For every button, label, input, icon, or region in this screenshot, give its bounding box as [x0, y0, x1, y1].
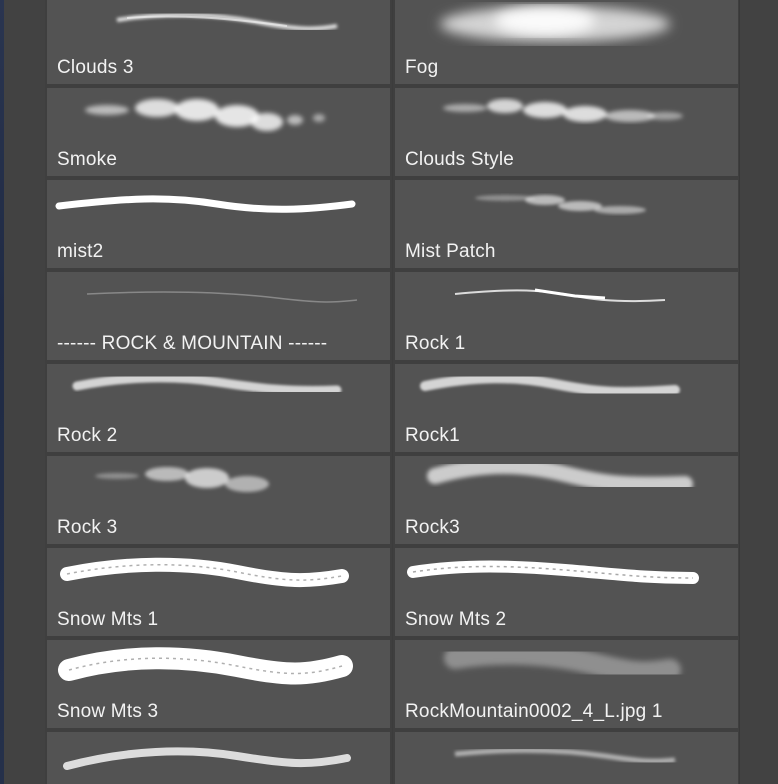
brush-label: Rock 1 [405, 333, 466, 354]
scrollbar-track[interactable] [739, 0, 778, 784]
brush-stroke-icon [63, 747, 351, 770]
brush-label: Smoke [57, 149, 118, 170]
brush-tile-clouds-3[interactable]: Clouds 3 [45, 0, 392, 86]
rock-stroke-icon [95, 467, 269, 492]
brush-tile-rock1[interactable]: Rock1 [393, 362, 740, 454]
brush-tile-snow-mts-2[interactable]: Snow Mts 2 [393, 546, 740, 638]
brush-tile-snow-mts-1[interactable]: Snow Mts 1 [45, 546, 392, 638]
brush-row [45, 730, 740, 784]
brush-label: Mist Patch [405, 241, 496, 262]
clouds-style-stroke-icon [443, 99, 683, 122]
brush-tile-clouds-style[interactable]: Clouds Style [393, 86, 740, 178]
brush-preset-panel: Clouds 3 Fog Smoke Clouds Style mist2 Mi… [0, 0, 778, 784]
snow-mountain-stroke-icon [60, 557, 349, 588]
brush-label: Rock 3 [57, 517, 118, 538]
brush-label: Snow Mts 3 [57, 701, 159, 722]
rock-stroke-icon [420, 373, 680, 397]
brush-label: Rock 2 [57, 425, 118, 446]
rock-stroke-icon [72, 373, 342, 396]
brush-row: Snow Mts 3 RockMountain0002_4_L.jpg 1 [45, 638, 740, 730]
brush-row: Clouds 3 Fog [45, 0, 740, 86]
snow-mountain-stroke-icon [58, 647, 353, 685]
smoke-stroke-icon [85, 99, 325, 131]
fog-stroke-icon [440, 6, 670, 42]
brush-row: Snow Mts 1 Snow Mts 2 [45, 546, 740, 638]
brush-tile-rock-3[interactable]: Rock 3 [45, 454, 392, 546]
brush-label: Clouds Style [405, 149, 515, 170]
brush-tile-rock3[interactable]: Rock3 [393, 454, 740, 546]
brush-tile-smoke[interactable]: Smoke [45, 86, 392, 178]
mist-patch-stroke-icon [475, 195, 646, 214]
brush-row: Rock 2 Rock1 [45, 362, 740, 454]
brush-row: Smoke Clouds Style [45, 86, 740, 178]
brush-tile[interactable] [45, 730, 392, 784]
brush-tile-rock-2[interactable]: Rock 2 [45, 362, 392, 454]
mist-stroke-icon [55, 195, 356, 213]
cloud-stroke-icon [116, 12, 338, 31]
brush-label: mist2 [57, 241, 104, 262]
brush-grid: Clouds 3 Fog Smoke Clouds Style mist2 Mi… [45, 0, 740, 784]
brush-row: Rock 3 Rock3 [45, 454, 740, 546]
rock-stroke-icon [454, 288, 666, 303]
brush-label: Rock1 [405, 425, 460, 446]
brush-label: Rock3 [405, 517, 460, 538]
brush-label: Snow Mts 2 [405, 609, 507, 630]
brush-row: mist2 Mist Patch [45, 178, 740, 270]
rock-stroke-icon [427, 458, 693, 493]
brush-label: RockMountain0002_4_L.jpg 1 [405, 701, 663, 722]
rock-mountain-stroke-icon [444, 642, 681, 684]
brush-tile-mist-patch[interactable]: Mist Patch [393, 178, 740, 270]
brush-label: Fog [405, 57, 439, 78]
panel-gutter [4, 0, 45, 784]
brush-tile-fog[interactable]: Fog [393, 0, 740, 86]
snow-mountain-stroke-icon [407, 560, 699, 584]
brush-tile-snow-mts-3[interactable]: Snow Mts 3 [45, 638, 392, 730]
separator-stroke-icon [86, 291, 358, 303]
brush-tile[interactable] [393, 730, 740, 784]
brush-tile-rock-1[interactable]: Rock 1 [393, 270, 740, 362]
brush-tile-mist2[interactable]: mist2 [45, 178, 392, 270]
brush-tile-rock-mountain-separator[interactable]: ------ ROCK & MOUNTAIN ------ [45, 270, 392, 362]
brush-tile-rockmountain0002[interactable]: RockMountain0002_4_L.jpg 1 [393, 638, 740, 730]
brush-row: ------ ROCK & MOUNTAIN ------ Rock 1 [45, 270, 740, 362]
brush-label: Clouds 3 [57, 57, 134, 78]
brush-label: Snow Mts 1 [57, 609, 159, 630]
brush-stroke-icon [454, 747, 676, 764]
brush-label: ------ ROCK & MOUNTAIN ------ [57, 333, 328, 354]
